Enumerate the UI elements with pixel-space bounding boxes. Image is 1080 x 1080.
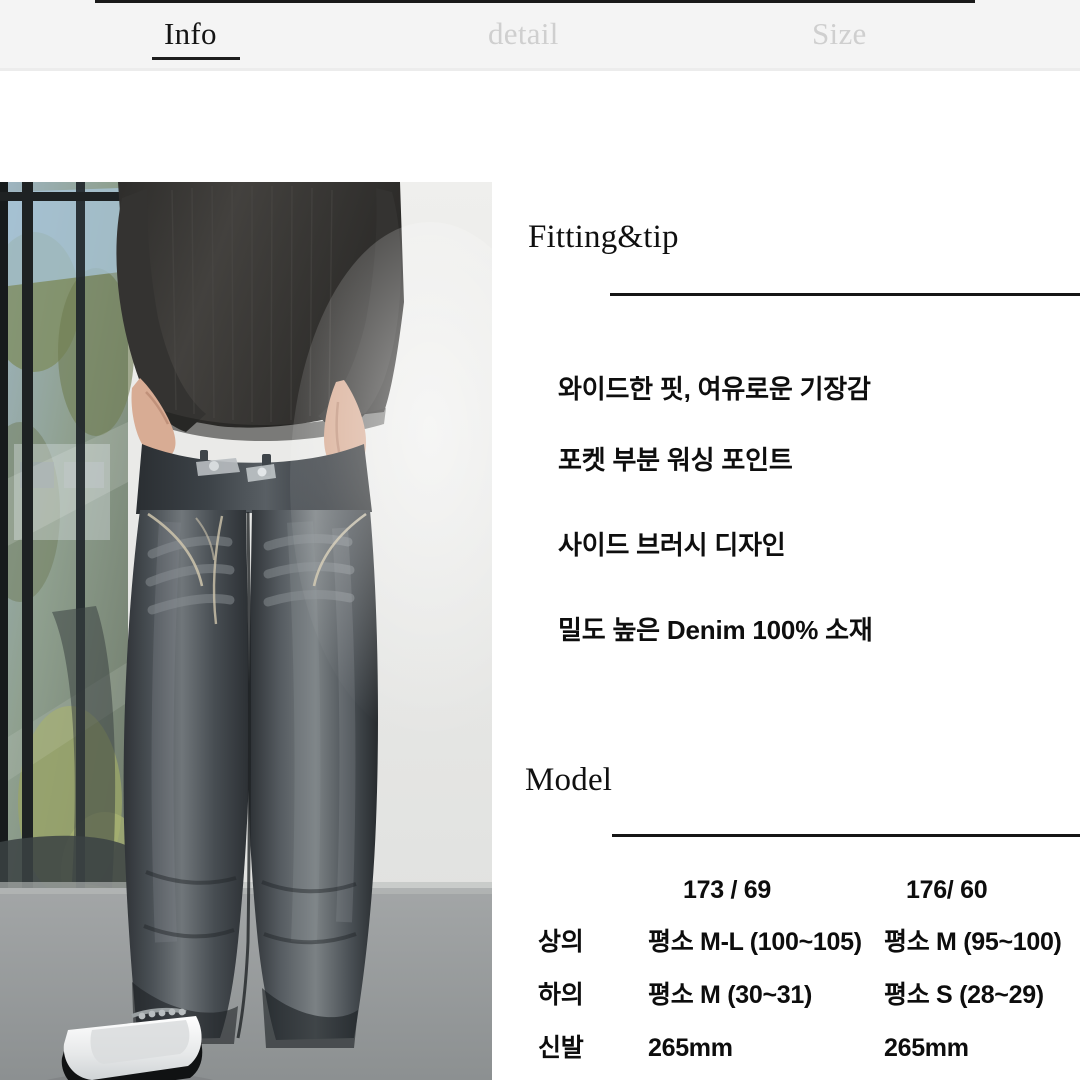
model-column-header: 176/ 60	[906, 876, 988, 904]
table-cell: 평소 M (95~100)	[884, 928, 1062, 956]
active-tab-underline	[152, 57, 240, 60]
tab-bar: Info detail Size	[0, 0, 1080, 71]
model-rule	[612, 834, 1080, 837]
fitting-point: 와이드한 핏, 여유로운 기장감	[558, 374, 871, 404]
tab-info[interactable]: Info	[164, 14, 217, 54]
tab-size[interactable]: Size	[812, 14, 867, 54]
model-column-header: 173 / 69	[683, 876, 771, 904]
table-cell: 265mm	[648, 1034, 733, 1062]
table-cell: 평소 M (30~31)	[648, 981, 812, 1009]
table-row-label: 상의	[538, 928, 584, 956]
fitting-point: 밀도 높은 Denim 100% 소재	[558, 615, 873, 645]
model-heading: Model	[525, 762, 613, 798]
fitting-tip-rule	[610, 293, 1080, 296]
fitting-point: 포켓 부분 워싱 포인트	[558, 445, 793, 475]
product-detail-page: Info detail Size Fitting&tip 와이드한 핏, 여유로…	[0, 0, 1080, 1080]
table-cell: 평소 S (28~29)	[884, 981, 1044, 1009]
product-photo	[0, 182, 492, 1080]
tab-bar-top-rule	[95, 0, 975, 3]
product-photo-illustration	[0, 182, 492, 1080]
table-cell: 평소 M-L (100~105)	[648, 928, 862, 956]
fitting-point: 사이드 브러시 디자인	[558, 530, 786, 560]
table-row-label: 신발	[538, 1034, 584, 1062]
table-cell: 265mm	[884, 1034, 969, 1062]
tab-detail[interactable]: detail	[488, 14, 559, 54]
table-row-label: 하의	[538, 981, 584, 1009]
fitting-tip-heading: Fitting&tip	[528, 219, 679, 255]
info-panel: Fitting&tip 와이드한 핏, 여유로운 기장감 포켓 부분 워싱 포인…	[492, 71, 1080, 1080]
